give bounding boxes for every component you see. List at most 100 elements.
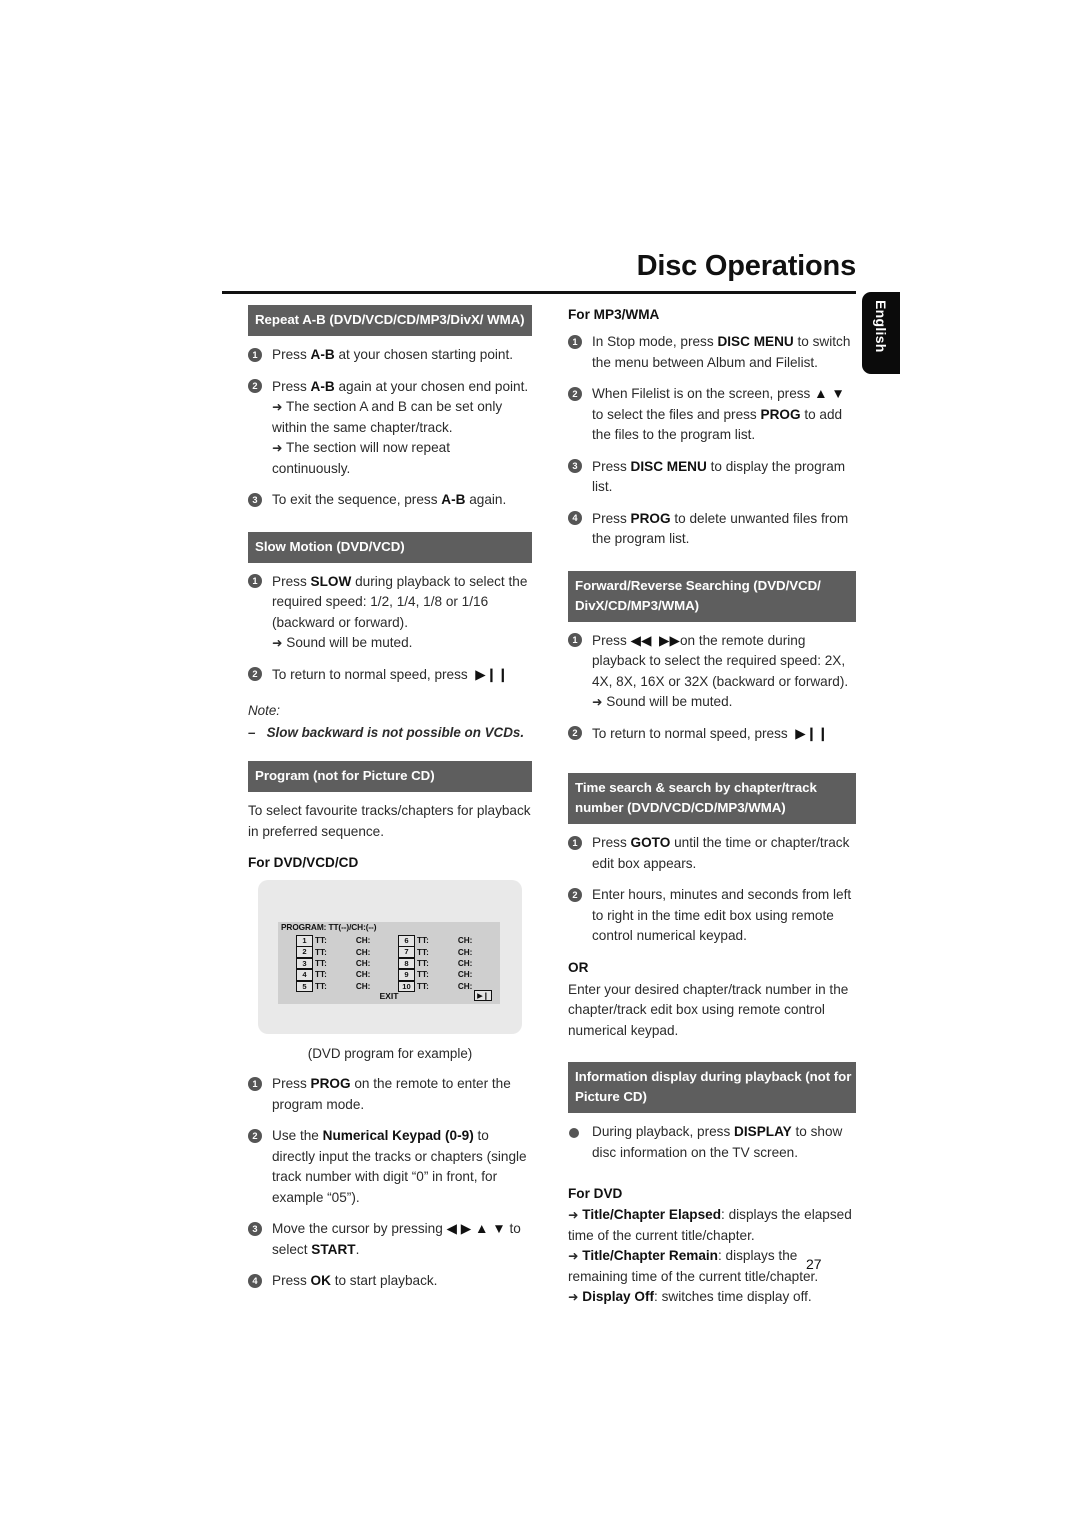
program-screen-panel: PROGRAM: TT(--)/CH:(--) 1 TT: CH: 6 TT: CH: … [278,922,500,1004]
step-number: 1 [248,1076,262,1091]
slot-index: 4 [296,969,313,981]
step-number: 3 [568,459,582,473]
step-text: Use the Numerical Keypad (0-9) to direct… [272,1128,527,1205]
sub-head-for-mp3-wma: For MP3/WMA [568,307,660,322]
figure-caption: (DVD program for example) [307,1046,473,1061]
slot-index: 8 [398,957,415,970]
step-number: 2 [248,379,262,393]
section-header-repeat-ab: Repeat A-B (DVD/VCD/CD/MP3/DivX/ WMA) [248,305,532,336]
slot-index: 1 [296,935,313,947]
language-tab-label: English [873,300,889,353]
program-slot: 6 TT: CH: [398,935,472,947]
slot-ch: CH: [457,970,473,980]
program-figure: PROGRAM: TT(--)/CH:(--) 1 TT: CH: 6 TT: CH: … [258,880,522,1034]
slot-ch: CH: [355,947,371,957]
step-item: 3 Move the cursor by pressing ◀ ▶ ▲ ▼ to… [248,1219,532,1260]
arrow-item: ➜ Display Off: switches time display off… [568,1289,812,1304]
table-row: 3 TT: CH: 8 TT: CH: [278,957,500,970]
step-item: 2 Use the Numerical Keypad (0-9) to dire… [248,1126,532,1208]
bullet-dot-icon [569,1128,579,1138]
language-tab: English [862,292,900,374]
program-intro: To select favourite tracks/chapters for … [248,803,531,839]
or-text: Enter your desired chapter/track number … [568,981,849,1038]
table-row: 4 TT: CH: 9 TT: CH: [278,969,500,981]
slot-tt: TT: [315,959,327,969]
slot-ch: CH: [355,970,371,980]
step-text: Move the cursor by pressing ◀ ▶ ▲ ▼ to s… [272,1221,521,1257]
left-column: Repeat A-B (DVD/VCD/CD/MP3/DivX/ WMA) 1 … [248,305,532,1303]
slot-tt: TT: [315,970,327,980]
note-label: Note: [248,703,281,718]
step-number: 2 [568,887,582,902]
program-slot: 1 TT: CH: [296,935,370,947]
sub-head-for-dvd-vcd-cd: For DVD/VCD/CD [248,855,359,870]
note-item: – Slow backward is not possible on VCDs. [248,725,525,740]
step-item: 1 Press PROG on the remote to enter the … [248,1074,532,1115]
step-text: Press PROG on the remote to enter the pr… [272,1076,511,1112]
program-slot: 2 TT: CH: [296,946,370,958]
step-text: When Filelist is on the screen, press ▲ … [592,386,845,442]
program-slot: 7 TT: CH: [398,946,472,958]
section-header-slow-motion: Slow Motion (DVD/VCD) [248,531,532,563]
step-number: 1 [568,334,582,349]
step-item: 2 To return to normal speed, press ▶❙❙ [568,724,856,745]
step-number: 1 [248,347,262,362]
sub-head-for-dvd: For DVD [568,1186,623,1201]
step-number: 4 [568,511,582,525]
step-item: 1 In Stop mode, press DISC MENU to switc… [568,332,856,373]
slot-index: 6 [398,935,415,947]
slot-index: 3 [296,957,313,970]
table-row: 1 TT: CH: 6 TT: CH: [278,935,500,947]
title-rule [222,291,856,294]
step-text: In Stop mode, press DISC MENU to switch … [592,334,851,370]
section-header-program: Program (not for Picture CD) [248,761,532,792]
program-exit-label: EXIT [379,991,399,1001]
step-item: 1 Press ◀◀ ▶▶on the remote during playba… [568,631,856,713]
step-item: 2 To return to normal speed, press ▶❙❙ [248,665,532,686]
step-item: 2 Enter hours, minutes and seconds from … [568,885,856,947]
right-column: For MP3/WMA 1 In Stop mode, press DISC M… [568,305,856,1308]
step-text: Press PROG to delete unwanted files from… [592,510,849,547]
step-text: Press SLOW during playback to select the… [272,573,528,651]
step-text: To return to normal speed, press ▶❙❙ [592,725,829,741]
slot-tt: TT: [417,981,429,991]
program-screen-title: PROGRAM: TT(--)/CH:(--) [281,922,377,932]
slot-index: 9 [398,969,415,981]
step-number: 2 [248,667,262,681]
step-text: To exit the sequence, press A-B again. [272,492,507,507]
play-icon: ▶❙ [474,990,492,1001]
step-number: 2 [568,726,582,740]
step-number: 3 [248,1221,262,1236]
step-text: To return to normal speed, press ▶❙❙ [272,666,509,682]
step-number: 1 [568,835,582,850]
slot-ch: CH: [457,936,473,946]
slot-tt: TT: [417,947,429,957]
slot-ch: CH: [355,959,371,969]
step-item: 4 Press PROG to delete unwanted files fr… [568,509,856,550]
section-header-information-display: Information display during playback (not… [568,1062,856,1113]
slot-ch: CH: [457,981,473,991]
slot-ch: CH: [457,947,473,957]
slot-tt: TT: [315,981,327,991]
step-number: 4 [248,1273,262,1288]
section-header-forward-reverse-searching: Forward/Reverse Searching (DVD/VCD/ DivX… [568,570,856,622]
step-item: 2 Press A-B again at your chosen end poi… [248,377,532,480]
step-number: 3 [248,492,262,507]
slot-tt: TT: [417,936,429,946]
manual-page: Disc Operations English Repeat A-B (DVD/… [0,0,1080,1528]
slot-ch: CH: [355,981,371,991]
step-item: 1 Press SLOW during playback to select t… [248,572,532,654]
step-number: 1 [248,574,262,588]
slot-index: 7 [398,946,415,958]
slot-ch: CH: [457,959,473,969]
program-slot: 9 TT: CH: [398,969,472,981]
step-number: 2 [248,1128,262,1143]
program-slot: 8 TT: CH: [398,957,473,970]
section-header-time-search: Time search & search by chapter/track nu… [568,773,856,824]
slot-tt: TT: [315,947,327,957]
step-item: 1 Press GOTO until the time or chapter/t… [568,833,856,874]
step-text: Enter hours, minutes and seconds from le… [592,887,852,943]
slot-tt: TT: [315,936,327,946]
slot-ch: CH: [355,936,371,946]
arrow-item: ➜ Title/Chapter Elapsed: displays the el… [568,1207,852,1243]
